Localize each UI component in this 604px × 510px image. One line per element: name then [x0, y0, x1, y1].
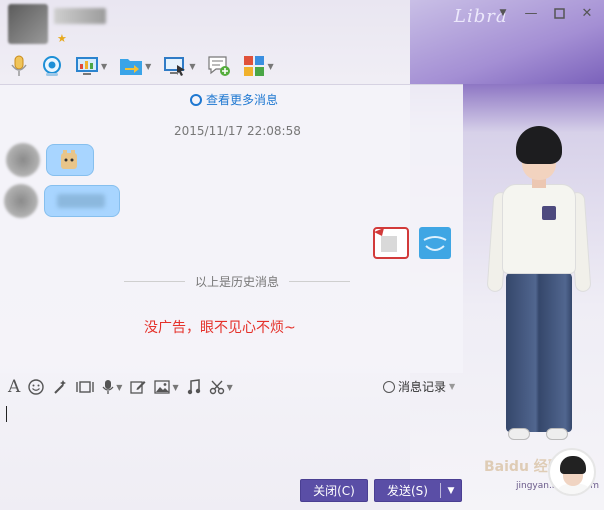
blurred-message-text [57, 194, 105, 208]
create-discussion-button[interactable] [204, 52, 234, 80]
apps-grid-icon [244, 56, 265, 76]
send-label: 发送(S) [387, 484, 428, 498]
more-messages-link[interactable]: 查看更多消息 [190, 91, 278, 108]
more-messages-label: 查看更多消息 [206, 93, 279, 107]
chevron-down-icon[interactable]: ▼ [441, 486, 461, 496]
message-row [372, 226, 452, 260]
voice-message-button[interactable]: ▼ [102, 379, 122, 395]
star-icon: ★ [57, 32, 67, 45]
chevron-down-icon[interactable]: ▼ [189, 62, 195, 71]
apps-button[interactable]: ▼ [240, 52, 276, 80]
sender-avatar[interactable] [4, 184, 38, 218]
chevron-down-icon[interactable]: ▼ [101, 62, 107, 71]
scissors-icon [209, 380, 224, 395]
input-toolbar: A ▼ ▼ ▼ [8, 374, 233, 400]
contact-avatar[interactable] [8, 4, 48, 44]
chevron-down-icon[interactable]: ▼ [496, 6, 510, 20]
chevron-down-icon[interactable]: ▼ [116, 383, 122, 392]
clock-icon [383, 380, 395, 393]
screen-share-icon [76, 57, 98, 75]
message-history-label: 消息记录 [398, 380, 447, 394]
contact-avatar-large[interactable] [548, 448, 596, 496]
screen-share-button[interactable]: ▼ [72, 52, 110, 80]
message-bubble[interactable] [44, 185, 120, 217]
message-timestamp: 2015/11/17 22:08:58 [174, 124, 301, 138]
video-call-button[interactable] [38, 52, 66, 80]
chat-toolbar: ▼ ▼ ▼ ▼ [6, 52, 277, 80]
file-transfer-icon [120, 59, 143, 75]
music-icon [187, 379, 200, 395]
create-discussion-icon [208, 56, 231, 76]
font-icon[interactable]: A [8, 377, 20, 397]
my-avatar[interactable] [418, 226, 452, 260]
screenshot-icon [76, 381, 94, 393]
sent-image-icon[interactable] [372, 226, 410, 260]
close-icon[interactable]: ✕ [580, 6, 594, 20]
message-input[interactable] [0, 402, 463, 474]
sender-avatar[interactable] [6, 143, 40, 177]
chevron-down-icon[interactable]: ▼ [172, 383, 178, 392]
chevron-down-icon[interactable]: ▼ [227, 383, 233, 392]
message-row [6, 143, 94, 177]
music-button[interactable] [187, 379, 201, 395]
send-button[interactable]: 发送(S) ▼ [374, 479, 462, 502]
message-row [4, 184, 120, 218]
remote-desktop-icon [164, 57, 186, 76]
text-caret [6, 406, 7, 422]
message-history-button[interactable]: 消息记录 ▼ [383, 378, 455, 395]
contact-name[interactable] [54, 8, 106, 24]
file-transfer-button[interactable]: ▼ [116, 52, 154, 80]
history-divider-label: 以上是历史消息 [195, 275, 280, 289]
screenshot-button[interactable] [76, 379, 94, 395]
message-bubble[interactable] [46, 144, 94, 176]
screenshot-scissors-button[interactable]: ▼ [209, 379, 233, 395]
chevron-down-icon[interactable]: ▼ [267, 62, 273, 71]
maximize-icon[interactable] [552, 6, 566, 20]
emoji-button[interactable] [28, 379, 44, 395]
remote-desktop-button[interactable]: ▼ [160, 52, 198, 80]
header-divider [0, 84, 463, 85]
edit-button[interactable] [130, 379, 146, 395]
close-button[interactable]: 关闭(C) [300, 479, 368, 502]
chevron-down-icon[interactable]: ▼ [449, 382, 455, 391]
image-icon [154, 380, 171, 394]
voice-message-icon [102, 380, 114, 394]
emoji-icon [28, 379, 44, 395]
image-button[interactable]: ▼ [154, 380, 179, 394]
chevron-down-icon[interactable]: ▼ [145, 62, 151, 71]
clock-icon [190, 93, 202, 106]
window-controls: ▼ — ✕ [496, 6, 594, 20]
webcam-icon [43, 56, 61, 76]
microphone-icon [11, 55, 27, 76]
magic-button[interactable] [52, 379, 68, 395]
character-illustration [486, 126, 600, 466]
edit-icon [130, 381, 146, 394]
minimize-icon[interactable]: — [524, 6, 538, 20]
magic-wand-icon [54, 380, 67, 394]
voice-call-button[interactable] [6, 52, 32, 80]
history-divider: 以上是历史消息 [124, 273, 351, 290]
sticker-icon [61, 150, 77, 169]
notice-text: 没广告，眼不见心不烦~ [144, 320, 296, 336]
